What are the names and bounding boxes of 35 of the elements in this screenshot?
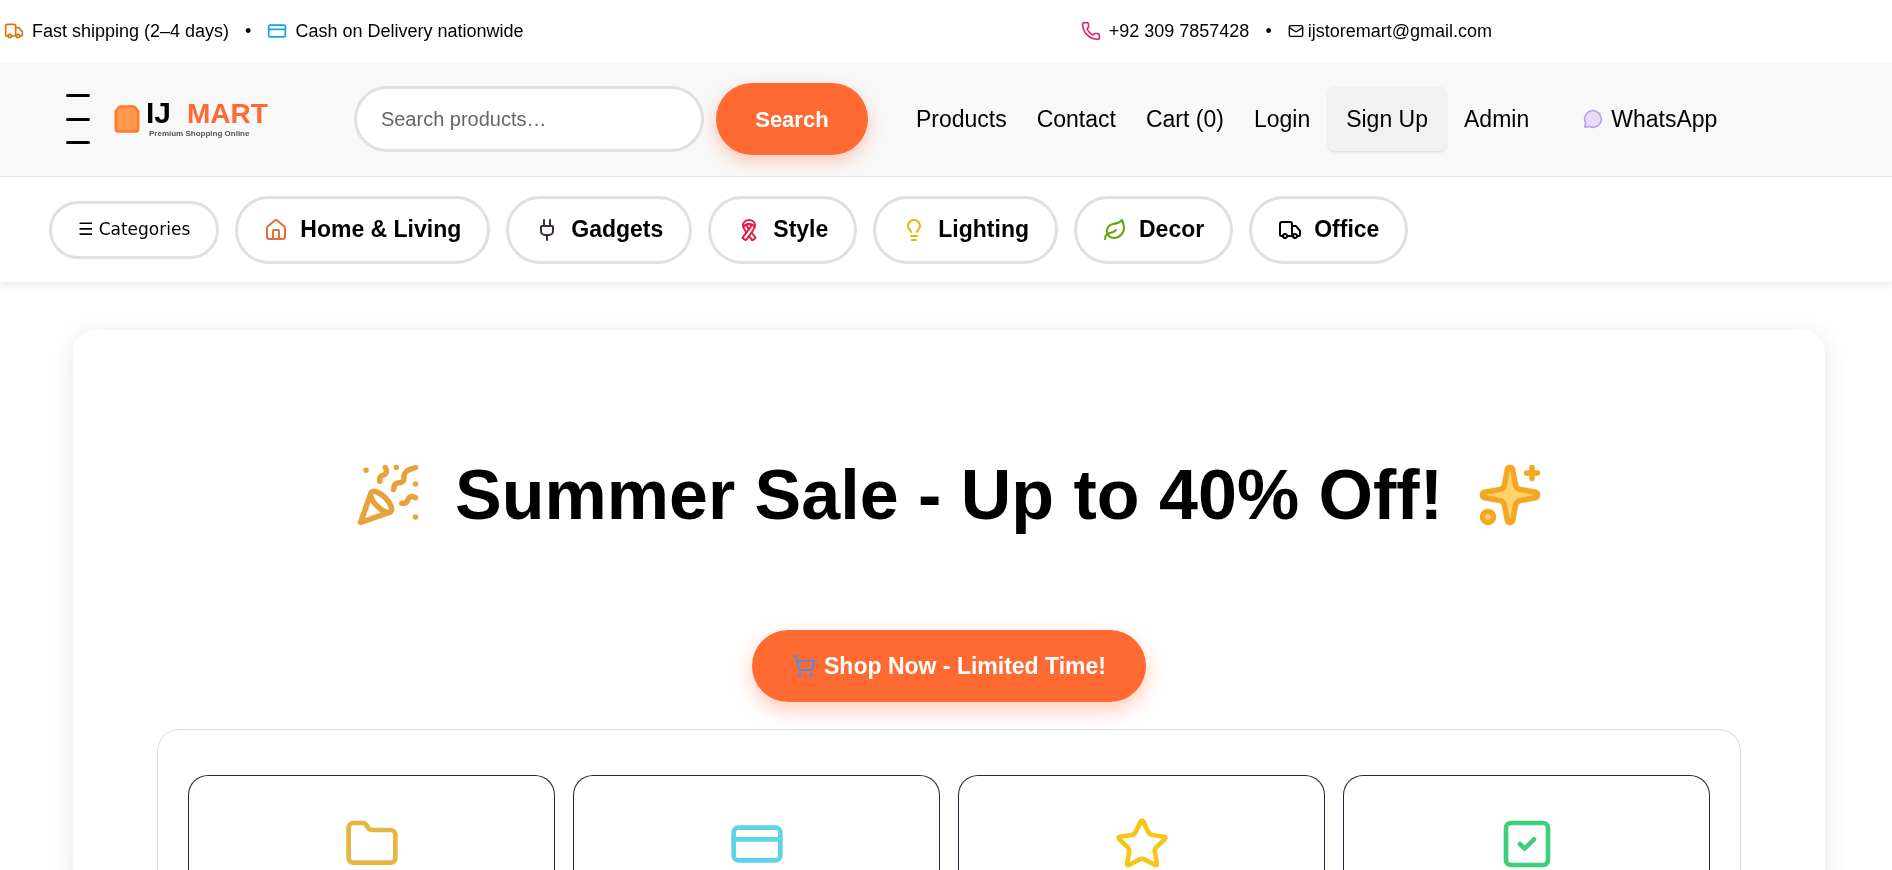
sparkles-icon — [1477, 462, 1543, 528]
category-chip[interactable]: Home & Living — [235, 195, 491, 264]
star-icon — [1113, 816, 1170, 870]
category-chip[interactable]: Gadgets — [506, 195, 693, 264]
phone-number: +92 309 7857428 — [1108, 19, 1250, 43]
separator-dot: • — [1265, 19, 1272, 43]
party-popper-icon — [355, 462, 421, 528]
category-chip[interactable]: Style — [708, 195, 858, 264]
logo-tagline: Premium Shopping Online — [149, 128, 251, 140]
nav-link[interactable]: Cart (0) — [1145, 101, 1224, 137]
shipping-info: Fast shipping (2–4 days) — [32, 19, 230, 43]
nav-link[interactable]: Contact — [1036, 101, 1116, 137]
menu-icon[interactable] — [66, 94, 90, 144]
category-chip[interactable]: Office — [1249, 195, 1409, 264]
category-chip[interactable]: Decor — [1074, 195, 1234, 264]
separator-dot: • — [245, 19, 252, 43]
truck-icon — [4, 21, 24, 41]
nav-link[interactable]: Products — [915, 101, 1007, 137]
nav-button[interactable]: Sign Up — [1328, 87, 1446, 151]
mail-icon — [1287, 23, 1304, 39]
credit-card-icon — [267, 21, 288, 41]
payment-info: Cash on Delivery nationwide — [295, 19, 524, 43]
house-icon — [264, 217, 289, 242]
speech-bubble-icon — [1583, 109, 1604, 129]
nav-link[interactable]: Login — [1253, 101, 1311, 137]
logo-accent-text: MART — [187, 100, 268, 128]
logo-text: IJ — [146, 98, 172, 128]
whatsapp-link[interactable]: WhatsApp — [1583, 101, 1718, 137]
email-address: ijstoremart@gmail.com — [1307, 19, 1492, 43]
search-field[interactable]: Search products… — [353, 86, 704, 152]
categories-button[interactable]: ☰ Categories — [49, 200, 220, 259]
category-chip[interactable]: Lighting — [873, 195, 1058, 264]
nav-link[interactable]: Admin — [1464, 101, 1530, 137]
phone-icon — [1080, 21, 1101, 41]
leaf-icon — [1103, 217, 1127, 242]
